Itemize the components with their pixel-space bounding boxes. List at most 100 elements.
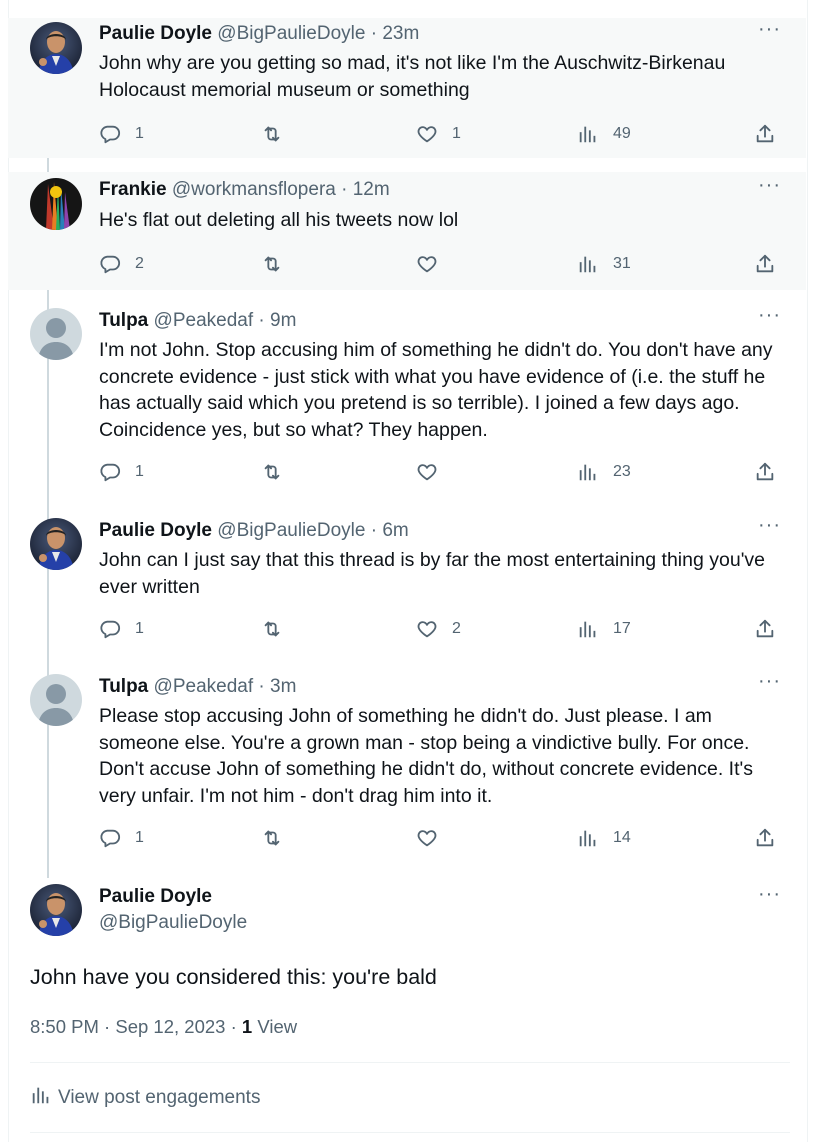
tweet-header: Paulie Doyle @BigPaulieDoyle · 23m bbox=[99, 22, 419, 46]
views-button[interactable]: 23 bbox=[577, 460, 631, 484]
reply-icon bbox=[99, 461, 121, 483]
tweet-text: He's flat out deleting all his tweets no… bbox=[99, 209, 459, 231]
reply-tweet[interactable]: Tulpa @Peakedaf · 9m ··· I'm not John. S… bbox=[8, 300, 806, 500]
repost-icon bbox=[261, 827, 283, 849]
reply-tweet[interactable]: Paulie Doyle @BigPaulieDoyle · 6m ··· Jo… bbox=[8, 510, 806, 660]
display-name[interactable]: Paulie Doyle bbox=[99, 884, 247, 910]
post-time[interactable]: 23m bbox=[382, 23, 419, 44]
views-button[interactable]: 31 bbox=[577, 252, 631, 276]
repost-icon bbox=[261, 123, 283, 145]
user-handle[interactable]: @Peakedaf bbox=[154, 310, 254, 331]
tweet-text: Please stop accusing John of something h… bbox=[99, 705, 753, 807]
view-post-engagements-link[interactable]: View post engagements bbox=[30, 1084, 260, 1112]
more-icon[interactable]: ··· bbox=[758, 884, 780, 911]
tweet-header: Tulpa @Peakedaf · 3m bbox=[99, 675, 296, 699]
like-button[interactable] bbox=[416, 252, 452, 276]
share-icon bbox=[754, 461, 776, 483]
repost-icon bbox=[261, 618, 283, 640]
more-icon[interactable]: ··· bbox=[758, 671, 780, 698]
views-count: 14 bbox=[613, 829, 631, 846]
separator-dot: · bbox=[370, 23, 378, 44]
share-button[interactable] bbox=[754, 252, 776, 276]
post-time[interactable]: 6m bbox=[382, 520, 408, 541]
views-count: 23 bbox=[613, 463, 631, 480]
separator-dot: · bbox=[104, 1016, 111, 1037]
user-handle[interactable]: @workmansflopera bbox=[172, 179, 336, 200]
post-time[interactable]: 9m bbox=[270, 310, 296, 331]
display-name[interactable]: Paulie Doyle bbox=[99, 23, 212, 44]
more-icon[interactable]: ··· bbox=[758, 305, 780, 332]
user-handle[interactable]: @BigPaulieDoyle bbox=[99, 910, 247, 936]
reply-count: 2 bbox=[135, 255, 144, 272]
like-button[interactable] bbox=[416, 460, 452, 484]
user-handle[interactable]: @Peakedaf bbox=[154, 676, 254, 697]
reply-count: 1 bbox=[135, 829, 144, 846]
repost-button[interactable] bbox=[261, 617, 297, 641]
post-time[interactable]: 8:50 PM bbox=[30, 1016, 99, 1037]
tweet-text: John can I just say that this thread is … bbox=[99, 549, 766, 598]
reply-button[interactable]: 1 bbox=[99, 617, 144, 641]
views-icon bbox=[577, 123, 599, 145]
like-button[interactable]: 1 bbox=[416, 122, 461, 146]
reply-icon bbox=[99, 827, 121, 849]
tweet-actions: 1 1 49 bbox=[99, 122, 789, 146]
avatar[interactable] bbox=[30, 22, 82, 74]
tweet-actions: 1 2 17 bbox=[99, 617, 789, 641]
separator-dot: · bbox=[258, 676, 265, 697]
post-metadata: 8:50 PM · Sep 12, 2023 · 1 View bbox=[30, 1016, 297, 1038]
share-button[interactable] bbox=[754, 826, 776, 850]
share-button[interactable] bbox=[754, 617, 776, 641]
post-time[interactable]: 3m bbox=[270, 676, 296, 697]
like-button[interactable]: 2 bbox=[416, 617, 461, 641]
display-name[interactable]: Frankie bbox=[99, 179, 167, 200]
reply-tweet[interactable]: Frankie @workmansflopera · 12m ··· He's … bbox=[8, 172, 806, 290]
tweet-text: I'm not John. Stop accusing him of somet… bbox=[99, 339, 773, 441]
reply-button[interactable]: 2 bbox=[99, 252, 144, 276]
engagements-label: View post engagements bbox=[58, 1087, 261, 1108]
avatar[interactable] bbox=[30, 308, 82, 360]
tweet-actions: 1 23 bbox=[99, 460, 789, 484]
reply-button[interactable]: 1 bbox=[99, 122, 144, 146]
more-icon[interactable]: ··· bbox=[758, 515, 780, 542]
share-button[interactable] bbox=[754, 122, 776, 146]
post-time[interactable]: 12m bbox=[353, 179, 390, 200]
view-label: View bbox=[257, 1016, 298, 1037]
repost-button[interactable] bbox=[261, 252, 297, 276]
avatar[interactable] bbox=[30, 674, 82, 726]
tweet-header: Paulie Doyle @BigPaulieDoyle bbox=[99, 884, 247, 936]
like-icon bbox=[416, 827, 438, 849]
tweet-header: Paulie Doyle @BigPaulieDoyle · 6m bbox=[99, 519, 409, 543]
divider bbox=[30, 1132, 790, 1133]
tweet-text: John why are you getting so mad, it's no… bbox=[99, 52, 726, 101]
views-count: 17 bbox=[613, 620, 631, 637]
view-count: 1 bbox=[241, 1016, 253, 1037]
separator-dot: · bbox=[370, 520, 378, 541]
more-icon[interactable]: ··· bbox=[758, 19, 780, 46]
repost-button[interactable] bbox=[261, 826, 297, 850]
more-icon[interactable]: ··· bbox=[758, 175, 780, 202]
display-name[interactable]: Tulpa bbox=[99, 676, 148, 697]
avatar[interactable] bbox=[30, 884, 82, 936]
repost-button[interactable] bbox=[261, 122, 297, 146]
reply-tweet[interactable]: Paulie Doyle @BigPaulieDoyle · 23m ··· J… bbox=[8, 18, 806, 158]
like-button[interactable] bbox=[416, 826, 452, 850]
reply-button[interactable]: 1 bbox=[99, 460, 144, 484]
like-count: 1 bbox=[452, 125, 461, 142]
views-icon bbox=[577, 253, 599, 275]
share-button[interactable] bbox=[754, 460, 776, 484]
repost-button[interactable] bbox=[261, 460, 297, 484]
post-date[interactable]: Sep 12, 2023 bbox=[115, 1016, 225, 1037]
user-handle[interactable]: @BigPaulieDoyle bbox=[217, 23, 365, 44]
avatar[interactable] bbox=[30, 178, 82, 230]
views-button[interactable]: 17 bbox=[577, 617, 631, 641]
display-name[interactable]: Tulpa bbox=[99, 310, 148, 331]
views-button[interactable]: 14 bbox=[577, 826, 631, 850]
views-icon bbox=[577, 618, 599, 640]
display-name[interactable]: Paulie Doyle bbox=[99, 520, 212, 541]
reply-icon bbox=[99, 618, 121, 640]
user-handle[interactable]: @BigPaulieDoyle bbox=[217, 520, 365, 541]
views-button[interactable]: 49 bbox=[577, 122, 631, 146]
reply-tweet[interactable]: Tulpa @Peakedaf · 3m ··· Please stop acc… bbox=[8, 666, 806, 866]
avatar[interactable] bbox=[30, 518, 82, 570]
reply-button[interactable]: 1 bbox=[99, 826, 144, 850]
